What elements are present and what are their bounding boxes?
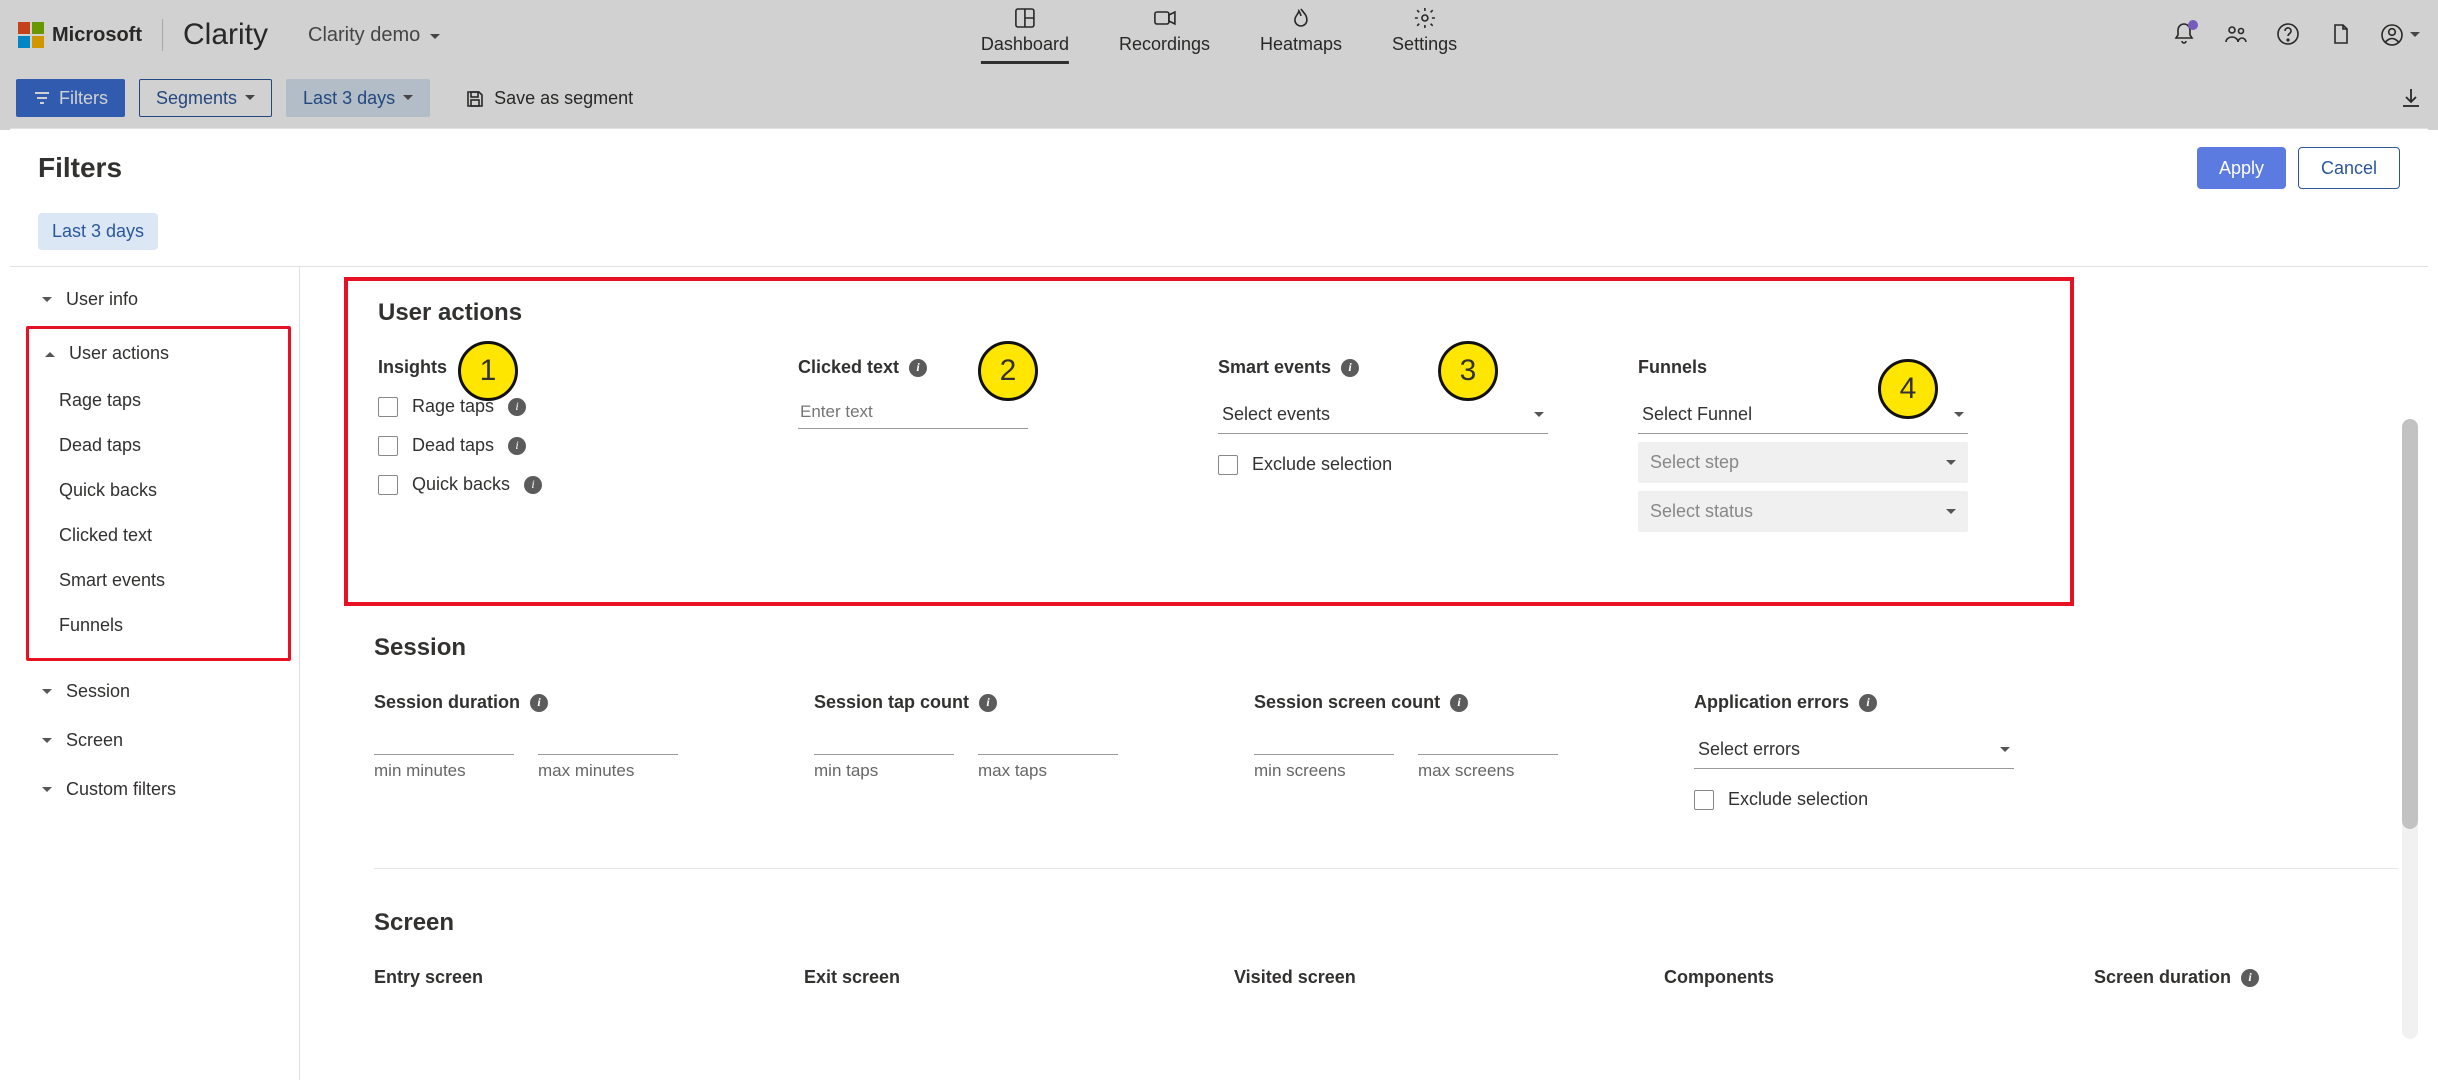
info-icon[interactable]: i — [979, 694, 997, 712]
col-smart-events: Smart events i Select events Exclude sel… — [1218, 357, 1598, 532]
section-title-screen: Screen — [374, 909, 2398, 937]
highlight-box-sidebar: User actions Rage taps Dead taps Quick b… — [26, 326, 291, 661]
chevron-down-icon — [1534, 412, 1544, 422]
col-exit-screen: Exit screen — [804, 967, 1194, 988]
chevron-down-icon — [42, 738, 52, 748]
col-screen-duration: Screen durationi — [2094, 967, 2428, 988]
chevron-down-icon — [1954, 412, 1964, 422]
info-icon[interactable]: i — [1450, 694, 1468, 712]
checkbox-icon — [1694, 790, 1714, 810]
sidegroup-session[interactable]: Session — [10, 667, 299, 716]
checkbox-icon — [1218, 455, 1238, 475]
col-insights: Insights Rage taps i Dead taps i — [378, 357, 758, 532]
sideitem-dead-taps[interactable]: Dead taps — [29, 423, 288, 468]
errors-select[interactable]: Select errors — [1694, 731, 2014, 769]
info-icon[interactable]: i — [508, 437, 526, 455]
info-icon[interactable]: i — [1859, 694, 1877, 712]
min-taps-input[interactable]: min taps — [814, 731, 954, 781]
sidegroup-user-info[interactable]: User info — [10, 275, 299, 324]
checkbox-exclude-errors[interactable]: Exclude selection — [1694, 789, 2094, 810]
info-icon[interactable]: i — [508, 398, 526, 416]
min-screens-input[interactable]: min screens — [1254, 731, 1394, 781]
info-icon[interactable]: i — [524, 476, 542, 494]
checkbox-exclude-selection[interactable]: Exclude selection — [1218, 454, 1598, 475]
sidegroup-user-actions[interactable]: User actions — [29, 329, 288, 378]
chip-date-range[interactable]: Last 3 days — [38, 213, 158, 250]
max-screens-input[interactable]: max screens — [1418, 731, 1558, 781]
chevron-down-icon — [42, 787, 52, 797]
col-entry-screen: Entry screen — [374, 967, 764, 988]
filters-content: User actions Insights Rage taps i Dead t… — [300, 267, 2428, 1080]
dialog-header: Filters Apply Cancel — [10, 129, 2428, 207]
checkbox-icon — [378, 436, 398, 456]
info-icon[interactable]: i — [909, 359, 927, 377]
sideitem-clicked-text[interactable]: Clicked text — [29, 513, 288, 558]
chevron-down-icon — [1946, 509, 1956, 519]
chevron-down-icon — [2000, 747, 2010, 757]
checkbox-dead-taps[interactable]: Dead taps i — [378, 435, 758, 456]
sideitem-funnels[interactable]: Funnels — [29, 603, 288, 648]
info-icon[interactable]: i — [530, 694, 548, 712]
funnel-status-select[interactable]: Select status — [1638, 491, 1968, 532]
checkbox-icon — [378, 475, 398, 495]
sideitem-quick-backs[interactable]: Quick backs — [29, 468, 288, 513]
annotation-balloon-1: 1 — [458, 341, 518, 401]
apply-button[interactable]: Apply — [2197, 147, 2286, 189]
chevron-down-icon — [42, 297, 52, 307]
annotation-balloon-2: 2 — [978, 341, 1038, 401]
checkbox-quick-backs[interactable]: Quick backs i — [378, 474, 758, 495]
annotation-balloon-3: 3 — [1438, 341, 1498, 401]
section-title-user-actions: User actions — [378, 299, 2040, 327]
filters-dialog: Filters Apply Cancel Last 3 days User in… — [10, 128, 2428, 1080]
highlight-box-user-actions: User actions Insights Rage taps i Dead t… — [344, 277, 2074, 606]
annotation-balloon-4: 4 — [1878, 359, 1938, 419]
sidegroup-screen[interactable]: Screen — [10, 716, 299, 765]
col-session-duration: Session durationi min minutes max minute… — [374, 692, 774, 828]
col-components: Components — [1664, 967, 2054, 988]
col-session-screen: Session screen counti min screens max sc… — [1254, 692, 1654, 828]
info-icon[interactable]: i — [1341, 359, 1359, 377]
max-taps-input[interactable]: max taps — [978, 731, 1118, 781]
scrollbar-thumb[interactable] — [2402, 419, 2418, 829]
funnel-step-select[interactable]: Select step — [1638, 442, 1968, 483]
filters-sidebar: User info User actions Rage taps Dead ta… — [10, 267, 300, 1080]
min-minutes-input[interactable]: min minutes — [374, 731, 514, 781]
sidegroup-custom-filters[interactable]: Custom filters — [10, 765, 299, 814]
section-title-session: Session — [374, 634, 2398, 662]
chevron-down-icon — [1946, 460, 1956, 470]
active-filters-chips: Last 3 days — [10, 207, 2428, 266]
col-funnels: Funnels Select Funnel Select step Select… — [1638, 357, 2018, 532]
sideitem-smart-events[interactable]: Smart events — [29, 558, 288, 603]
cancel-button[interactable]: Cancel — [2298, 147, 2400, 189]
col-visited-screen: Visited screen — [1234, 967, 1624, 988]
checkbox-rage-taps[interactable]: Rage taps i — [378, 396, 758, 417]
sideitem-rage-taps[interactable]: Rage taps — [29, 378, 288, 423]
chevron-down-icon — [42, 689, 52, 699]
info-icon[interactable]: i — [2241, 969, 2259, 987]
checkbox-icon — [378, 397, 398, 417]
clicked-text-input[interactable] — [798, 396, 1028, 429]
scrollbar[interactable] — [2402, 419, 2418, 1039]
dialog-title: Filters — [38, 152, 122, 184]
max-minutes-input[interactable]: max minutes — [538, 731, 678, 781]
smart-events-select[interactable]: Select events — [1218, 396, 1548, 434]
dim-overlay — [0, 0, 2438, 130]
col-app-errors: Application errorsi Select errors Exclud… — [1694, 692, 2094, 828]
chevron-up-icon — [45, 347, 55, 357]
col-session-tap: Session tap counti min taps max taps — [814, 692, 1214, 828]
divider — [374, 868, 2398, 869]
